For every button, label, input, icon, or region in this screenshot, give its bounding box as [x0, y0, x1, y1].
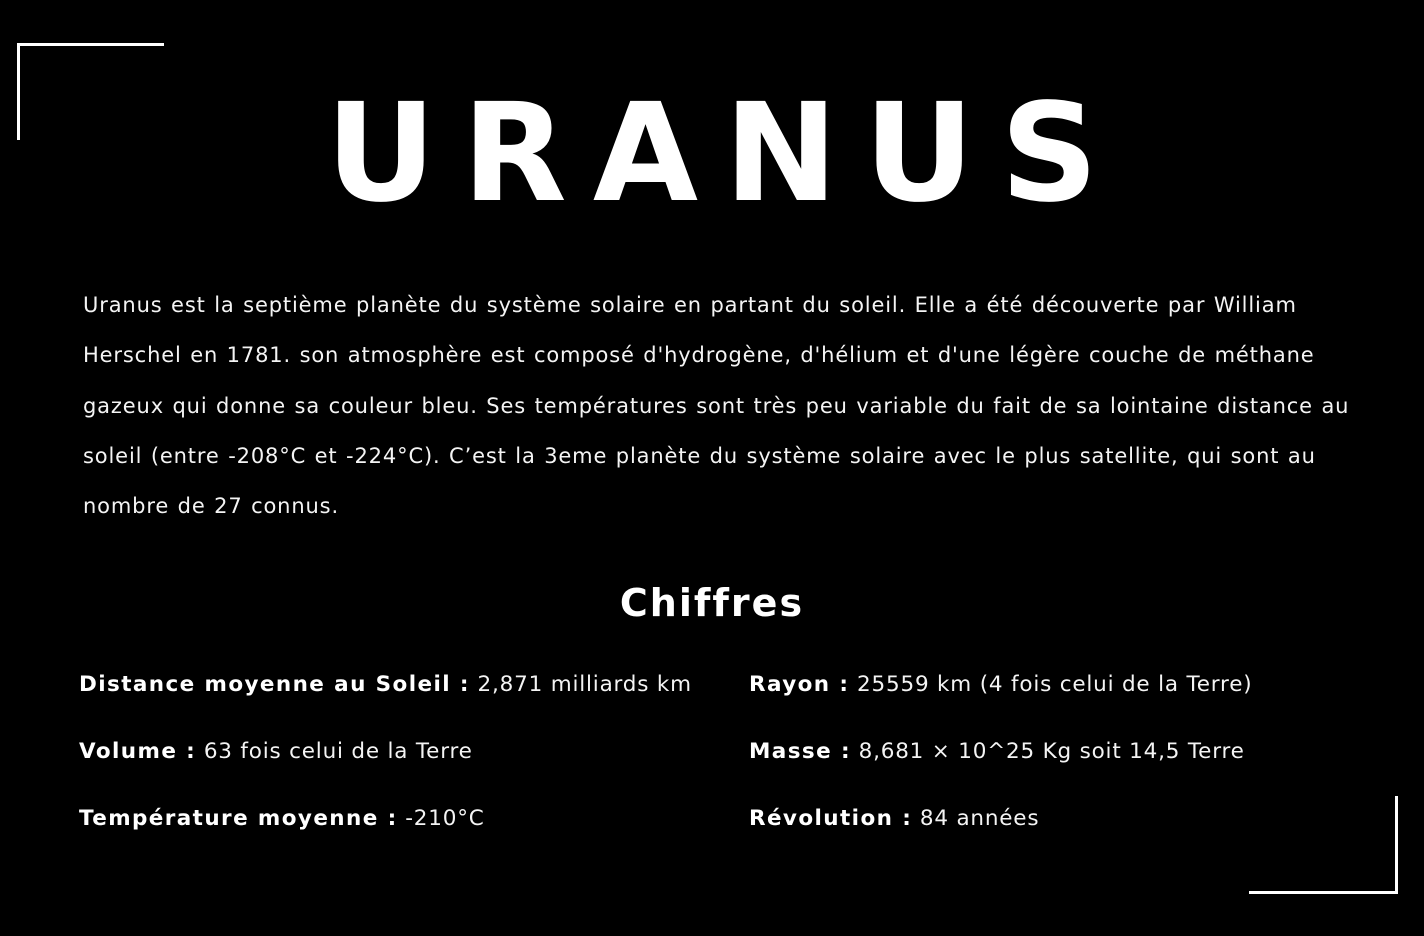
stat-temperature-value: -210°C — [405, 806, 485, 831]
stat-revolution-label: Révolution : — [749, 806, 913, 831]
stat-masse-value: 8,681 × 10^25 Kg soit 14,5 Terre — [858, 739, 1245, 764]
stat-rayon-label: Rayon : — [749, 672, 850, 697]
stat-volume-label: Volume : — [79, 739, 197, 764]
stat-temperature-label: Température moyenne : — [79, 806, 398, 831]
stat-volume-value: 63 fois celui de la Terre — [203, 739, 473, 764]
section-title-chiffres: Chiffres — [619, 581, 805, 625]
stat-masse: Masse : 8,681 × 10^25 Kg soit 14,5 Terre — [749, 737, 1389, 767]
stat-temperature: Température moyenne : -210°C — [79, 804, 729, 834]
stat-volume: Volume : 63 fois celui de la Terre — [79, 737, 729, 767]
stat-rayon: Rayon : 25559 km (4 fois celui de la Ter… — [749, 670, 1389, 700]
stat-revolution-value: 84 années — [919, 806, 1040, 831]
stat-rayon-value: 25559 km (4 fois celui de la Terre) — [857, 672, 1253, 697]
stat-distance: Distance moyenne au Soleil : 2,871 milli… — [79, 670, 729, 700]
stat-revolution: Révolution : 84 années — [749, 804, 1389, 834]
planet-description: Uranus est la septième planète du systèm… — [83, 293, 1350, 519]
page-title: URANUS — [325, 75, 1125, 233]
stat-distance-value: 2,871 milliards km — [477, 672, 692, 697]
stat-masse-label: Masse : — [749, 739, 851, 764]
stat-distance-label: Distance moyenne au Soleil : — [79, 672, 470, 697]
